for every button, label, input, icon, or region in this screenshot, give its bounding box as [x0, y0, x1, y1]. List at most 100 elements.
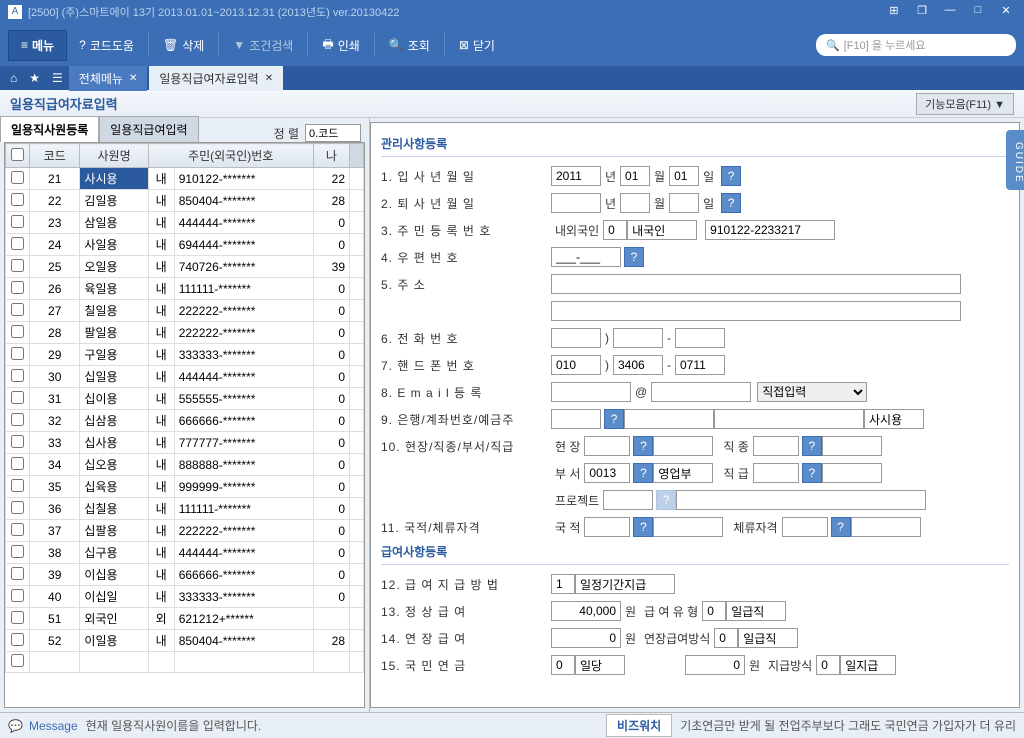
email-domain-input[interactable] [651, 382, 751, 402]
mob2-input[interactable] [613, 355, 663, 375]
close-button[interactable]: ✕ [996, 4, 1016, 20]
pay-type-code-input[interactable] [702, 601, 726, 621]
pay-method-text-input[interactable] [575, 574, 675, 594]
home-icon[interactable]: ⌂ [4, 71, 23, 85]
row-checkbox[interactable] [11, 654, 24, 667]
help-icon[interactable]: ? [721, 193, 741, 213]
check-all[interactable] [11, 148, 24, 161]
table-row[interactable]: 22김일용내850404-*******28 [6, 190, 364, 212]
leave-day-input[interactable] [669, 193, 699, 213]
print-button[interactable]: 🖶인쇄 [312, 29, 369, 62]
maximize-button[interactable]: □ [968, 4, 988, 20]
row-checkbox[interactable] [11, 413, 24, 426]
table-row[interactable]: 32십삼용내666666-*******0 [6, 410, 364, 432]
help-icon[interactable]: ? [721, 166, 741, 186]
pension-text-input[interactable] [575, 655, 625, 675]
table-row[interactable]: 21사시용내910122-*******22 [6, 168, 364, 190]
site-name-input[interactable] [653, 436, 713, 456]
table-row[interactable]: 51외국인외621212+****** [6, 608, 364, 630]
table-row[interactable] [6, 652, 364, 673]
jobtype-code-input[interactable] [753, 436, 799, 456]
list-icon[interactable]: ☰ [46, 71, 69, 85]
table-row[interactable]: 28팔일용내222222-*******0 [6, 322, 364, 344]
email-domain-select[interactable]: 직접입력 [757, 382, 867, 402]
pay-method-code-input[interactable] [551, 574, 575, 594]
leave-month-input[interactable] [620, 193, 650, 213]
account-input[interactable] [714, 409, 864, 429]
project-name-input[interactable] [676, 490, 926, 510]
pension-amount-input[interactable] [685, 655, 745, 675]
tel2-input[interactable] [613, 328, 663, 348]
table-row[interactable]: 30십일용내444444-*******0 [6, 366, 364, 388]
help-icon[interactable]: ? [624, 247, 644, 267]
stay-name-input[interactable] [851, 517, 921, 537]
table-row[interactable]: 38십구용내444444-*******0 [6, 542, 364, 564]
rank-code-input[interactable] [753, 463, 799, 483]
cascade-icon[interactable]: ❐ [912, 4, 932, 20]
row-checkbox[interactable] [11, 457, 24, 470]
bank-code-input[interactable] [551, 409, 601, 429]
row-checkbox[interactable] [11, 633, 24, 646]
book-icon[interactable]: ⊞ [884, 4, 904, 20]
row-checkbox[interactable] [11, 303, 24, 316]
row-checkbox[interactable] [11, 281, 24, 294]
bizwatch-button[interactable]: 비즈워치 [606, 714, 672, 737]
row-checkbox[interactable] [11, 369, 24, 382]
table-row[interactable]: 34십오용내888888-*******0 [6, 454, 364, 476]
leave-year-input[interactable] [551, 193, 601, 213]
cond-search-button[interactable]: ▼조건검색 [223, 31, 303, 60]
row-checkbox[interactable] [11, 171, 24, 184]
delete-button[interactable]: 🗑삭제 [153, 31, 214, 60]
code-help-button[interactable]: ?코드도움 [69, 31, 144, 60]
hire-day-input[interactable] [669, 166, 699, 186]
jobtype-name-input[interactable] [822, 436, 882, 456]
tel3-input[interactable] [675, 328, 725, 348]
mob1-input[interactable] [551, 355, 601, 375]
rank-name-input[interactable] [822, 463, 882, 483]
table-row[interactable]: 52이일용내850404-*******28 [6, 630, 364, 652]
help-icon[interactable]: ? [633, 436, 653, 456]
row-checkbox[interactable] [11, 347, 24, 360]
row-checkbox[interactable] [11, 193, 24, 206]
owner-input[interactable] [864, 409, 924, 429]
table-row[interactable]: 27칠일용내222222-*******0 [6, 300, 364, 322]
help-icon[interactable]: ? [633, 517, 653, 537]
guide-tab[interactable]: GUIDE [1006, 130, 1024, 190]
row-checkbox[interactable] [11, 501, 24, 514]
ssn-input[interactable] [705, 220, 835, 240]
subtab-emp-reg[interactable]: 일용직사원등록 [0, 116, 99, 142]
dept-name-input[interactable] [653, 463, 713, 483]
row-checkbox[interactable] [11, 589, 24, 602]
hire-year-input[interactable] [551, 166, 601, 186]
row-checkbox[interactable] [11, 325, 24, 338]
table-row[interactable]: 33십사용내777777-*******0 [6, 432, 364, 454]
overtime-pay-input[interactable] [551, 628, 621, 648]
menu-button[interactable]: ≡메뉴 [8, 30, 67, 61]
overtime-type-text-input[interactable] [738, 628, 798, 648]
row-checkbox[interactable] [11, 523, 24, 536]
table-row[interactable]: 37십팔용내222222-*******0 [6, 520, 364, 542]
row-checkbox[interactable] [11, 545, 24, 558]
normal-pay-input[interactable] [551, 601, 621, 621]
lookup-button[interactable]: 🔍조회 [379, 31, 440, 60]
email-local-input[interactable] [551, 382, 631, 402]
mob3-input[interactable] [675, 355, 725, 375]
overtime-type-code-input[interactable] [714, 628, 738, 648]
star-icon[interactable]: ★ [23, 71, 46, 85]
site-code-input[interactable] [584, 436, 630, 456]
nat-code-input[interactable] [584, 517, 630, 537]
help-icon[interactable]: ? [802, 436, 822, 456]
tab-current[interactable]: 일용직급여자료입력✕ [149, 66, 283, 91]
row-checkbox[interactable] [11, 237, 24, 250]
subtab-pay-input[interactable]: 일용직급여입력 [99, 116, 198, 142]
dept-code-input[interactable] [584, 463, 630, 483]
sort-value-input[interactable] [305, 124, 361, 142]
project-code-input[interactable] [603, 490, 653, 510]
close-icon[interactable]: ✕ [129, 73, 137, 84]
minimize-button[interactable]: — [940, 4, 960, 20]
help-icon[interactable]: ? [656, 490, 676, 510]
table-row[interactable]: 36십칠용내111111-*******0 [6, 498, 364, 520]
nat-name-input[interactable] [653, 517, 723, 537]
close-tab-button[interactable]: ⊠닫기 [449, 31, 505, 60]
row-checkbox[interactable] [11, 479, 24, 492]
